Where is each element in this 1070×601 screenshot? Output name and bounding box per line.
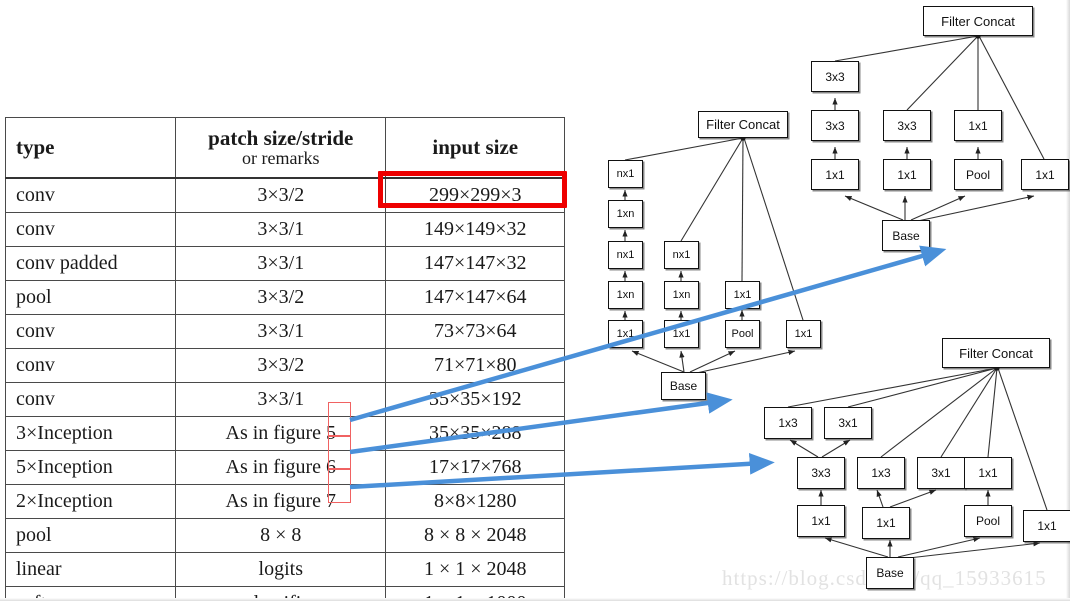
filter-concat-node-topright: Filter Concat — [923, 6, 1033, 36]
node-1x1: 1x1 — [797, 505, 845, 537]
node-1x1: 1x1 — [811, 159, 859, 190]
node-1x1: 1x1 — [954, 110, 1002, 141]
node-1xn: 1xn — [664, 281, 699, 309]
node-1x1: 1x1 — [608, 320, 643, 348]
node-1x3: 1x3 — [857, 457, 905, 489]
filter-concat-node-bottomright: Filter Concat — [942, 338, 1050, 368]
node-3x3: 3x3 — [811, 110, 859, 141]
node-3x1: 3x1 — [824, 407, 872, 439]
node-3x3: 3x3 — [883, 110, 931, 141]
node-1x3: 1x3 — [764, 407, 812, 439]
figure-canvas: type patch size/stride or remarks input … — [0, 0, 1070, 601]
inception-diagram-figure-7: Filter Concat Base 1x3 3x1 3x3 1x1 1x3 3x1 1x1… — [0, 0, 1070, 601]
node-1x1: 1x1 — [964, 457, 1012, 489]
node-1xn: 1xn — [608, 281, 643, 309]
base-node-topright: Base — [882, 220, 930, 251]
node-1x1: 1x1 — [664, 320, 699, 348]
node-1x1: 1x1 — [862, 507, 910, 539]
node-pool: Pool — [954, 159, 1002, 190]
node-nx1: nx1 — [608, 160, 643, 188]
node-1x1: 1x1 — [1023, 510, 1070, 542]
node-3x3: 3x3 — [797, 457, 845, 489]
node-pool: Pool — [725, 320, 760, 348]
node-1x1: 1x1 — [725, 281, 760, 309]
base-node-middle: Base — [661, 372, 706, 400]
node-1xn: 1xn — [608, 200, 643, 228]
node-3x3: 3x3 — [811, 61, 859, 92]
node-3x1: 3x1 — [917, 457, 965, 489]
node-nx1: nx1 — [664, 241, 699, 269]
node-1x1: 1x1 — [786, 320, 821, 348]
filter-concat-node-middle: Filter Concat — [698, 111, 788, 138]
node-1x1: 1x1 — [1021, 159, 1069, 190]
node-pool: Pool — [964, 505, 1012, 537]
node-nx1: nx1 — [608, 241, 643, 269]
node-1x1: 1x1 — [883, 159, 931, 190]
base-node-bottomright: Base — [866, 557, 914, 589]
